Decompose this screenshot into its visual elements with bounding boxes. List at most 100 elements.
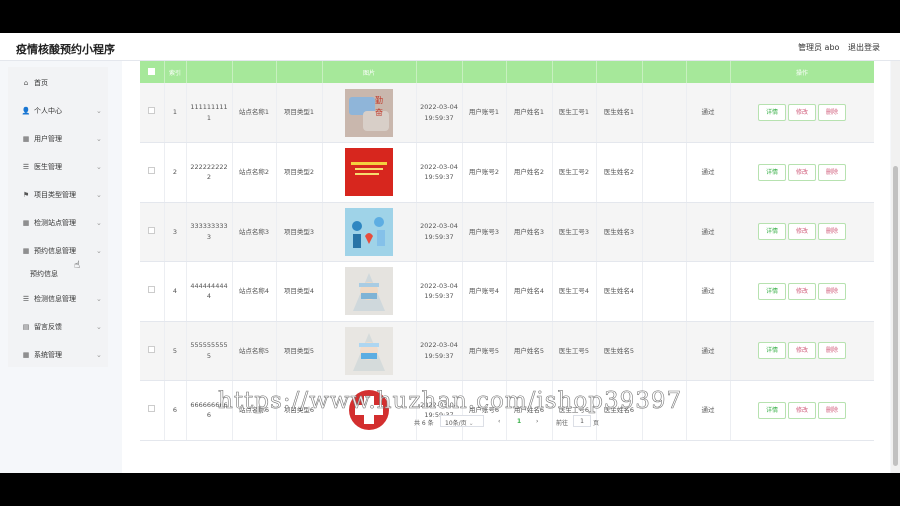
cell-status: 通过: [686, 321, 731, 381]
edit-button[interactable]: 修改: [788, 342, 816, 360]
row-checkbox-cell[interactable]: [140, 83, 165, 143]
sidebar-item[interactable]: ☰ 检测信息管理 ⌄: [8, 289, 108, 309]
cell-status: 通过: [686, 83, 731, 143]
row-thumbnail: [345, 148, 393, 197]
sidebar-item[interactable]: 👤 个人中心 ⌄: [8, 101, 108, 121]
cell-number: 4444444444: [186, 261, 233, 322]
chevron-down-icon: ⌄: [96, 191, 102, 199]
column-header: [552, 61, 597, 83]
svg-text:奋: 奋: [375, 107, 383, 117]
column-header: [686, 61, 731, 83]
table-row: 1 1111111111 站点名称1 项目类型1 勤奋 2022-03-04 19:59:…: [140, 83, 874, 143]
cell-image: [322, 321, 417, 381]
row-checkbox[interactable]: [148, 405, 156, 413]
cell-time: 2022-03-04 19:59:37: [416, 83, 463, 143]
column-header: [186, 61, 233, 83]
detail-button[interactable]: 详情: [758, 342, 786, 360]
row-checkbox[interactable]: [148, 286, 156, 294]
edit-button[interactable]: 修改: [788, 223, 816, 241]
sidebar-item[interactable]: ▤ 留言反馈 ⌄: [8, 317, 108, 337]
list-icon: ☰: [22, 295, 30, 303]
cell-account: 用户账号4: [462, 261, 507, 322]
detail-button[interactable]: 详情: [758, 223, 786, 241]
sidebar-item-label: 个人中心: [34, 107, 62, 115]
pager-total: 共 6 条: [414, 420, 434, 427]
cell-status: 通过: [686, 261, 731, 322]
delete-button[interactable]: 删除: [818, 401, 846, 419]
delete-button[interactable]: 删除: [818, 223, 846, 241]
sidebar-item[interactable]: ⚑ 项目类型管理 ⌄: [8, 185, 108, 205]
cell-number: 2222222222: [186, 142, 233, 203]
cell-site: 站点名称5: [232, 321, 277, 381]
delete-button[interactable]: 删除: [818, 163, 846, 181]
edit-button[interactable]: 修改: [788, 104, 816, 121]
edit-button[interactable]: 修改: [788, 163, 816, 181]
detail-button[interactable]: 详情: [758, 163, 786, 181]
sidebar-item-label: 首页: [34, 79, 48, 87]
sidebar-item[interactable]: ▦ 系统管理 ⌄: [8, 345, 108, 365]
cell-account: 用户账号1: [462, 83, 507, 143]
sidebar-item[interactable]: ▦ 用户管理 ⌄: [8, 129, 108, 149]
cell-number: 3333333333: [186, 202, 233, 262]
delete-button[interactable]: 删除: [818, 282, 846, 300]
column-header: [276, 61, 323, 83]
sidebar-item-label: 检测信息管理: [34, 295, 76, 303]
cell-doctor-name: 医生姓名2: [596, 142, 643, 203]
column-header[interactable]: [140, 61, 165, 83]
row-checkbox-cell[interactable]: [140, 261, 165, 322]
detail-button[interactable]: 详情: [758, 401, 786, 419]
table-header-row: 索引 图片 操作: [140, 61, 874, 83]
delete-button[interactable]: 删除: [818, 342, 846, 360]
edit-button[interactable]: 修改: [788, 282, 816, 300]
prev-page-button[interactable]: ‹: [498, 418, 500, 425]
table-row: 2 2222222222 站点名称2 项目类型2 2022-03-04 19:59:37…: [140, 142, 874, 203]
sidebar-subitem-appointment-info[interactable]: 预约信息: [30, 269, 58, 279]
row-checkbox[interactable]: [148, 107, 156, 115]
cell-time: 2022-03-04 19:59:37: [416, 142, 463, 203]
row-checkbox[interactable]: [148, 167, 156, 175]
row-checkbox-cell[interactable]: [140, 380, 165, 441]
sidebar-item[interactable]: ▦ 预约信息管理 ⌄: [8, 241, 108, 261]
cell-index: 1: [164, 83, 187, 143]
logout-link[interactable]: 退出登录: [848, 42, 880, 53]
goto-page-input[interactable]: 1: [573, 415, 591, 427]
cell-empty: [642, 83, 687, 143]
cell-empty: [642, 321, 687, 381]
grid-icon: ▦: [22, 247, 30, 255]
cell-type: 项目类型5: [276, 321, 323, 381]
row-checkbox-cell[interactable]: [140, 202, 165, 262]
delete-button[interactable]: 删除: [818, 104, 846, 121]
sidebar-item[interactable]: ☰ 医生管理 ⌄: [8, 157, 108, 177]
row-checkbox[interactable]: [148, 345, 156, 353]
cell-type: 项目类型4: [276, 261, 323, 322]
chevron-down-icon: ⌄: [96, 219, 102, 227]
detail-button[interactable]: 详情: [758, 104, 786, 121]
scrollbar-thumb[interactable]: [893, 166, 898, 466]
cell-doctor-no: 医生工号4: [552, 261, 597, 322]
cell-doctor-no: 医生工号1: [552, 83, 597, 143]
row-checkbox[interactable]: [148, 226, 156, 234]
sidebar-item-label: 用户管理: [34, 135, 62, 143]
next-page-button[interactable]: ›: [536, 418, 538, 425]
cell-doctor-name: 医生姓名3: [596, 202, 643, 262]
row-checkbox-cell[interactable]: [140, 142, 165, 203]
grid-icon: ▦: [22, 135, 30, 143]
current-page[interactable]: 1: [517, 418, 521, 425]
column-header: 图片: [322, 61, 417, 83]
page-size-select[interactable]: 10条/页 ⌄: [440, 415, 484, 427]
scrollbar[interactable]: [891, 61, 900, 473]
sidebar-item[interactable]: ⌂ 首页: [8, 73, 108, 93]
select-all-checkbox[interactable]: [148, 67, 156, 75]
cell-index: 2: [164, 142, 187, 203]
goto-label: 前往: [556, 420, 569, 427]
sidebar-item[interactable]: ▦ 检测站点管理 ⌄: [8, 213, 108, 233]
detail-button[interactable]: 详情: [758, 282, 786, 300]
cell-status: 通过: [686, 202, 731, 262]
column-header: 操作: [730, 61, 874, 83]
chevron-down-icon: ⌄: [96, 351, 102, 359]
cell-image: 勤奋: [322, 83, 417, 143]
row-checkbox-cell[interactable]: [140, 321, 165, 381]
sidebar-item-label: 预约信息管理: [34, 247, 76, 255]
edit-button[interactable]: 修改: [788, 401, 816, 419]
row-thumbnail: [345, 326, 393, 375]
